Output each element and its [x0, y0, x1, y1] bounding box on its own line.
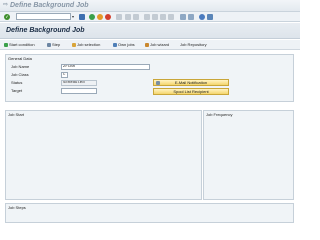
general-data-title: General Data [8, 56, 32, 61]
own-jobs-label: Own jobs [118, 42, 135, 47]
email-icon [156, 81, 160, 85]
spool-list-recipient-button[interactable]: Spool List Recipient [153, 88, 229, 95]
own-jobs-icon [113, 43, 117, 47]
find-icon[interactable] [125, 14, 131, 20]
job-start-title: Job Start [8, 112, 25, 117]
job-name-label: Job Name [11, 64, 30, 69]
help-icon[interactable] [199, 14, 205, 20]
spool-list-recipient-label: Spool List Recipient [173, 89, 209, 94]
status-label: Status [11, 80, 23, 85]
job-selection-icon [72, 43, 76, 47]
save-icon[interactable] [79, 14, 85, 20]
standard-toolbar: ✓ ▾ [0, 12, 300, 22]
flag-icon [4, 43, 8, 47]
application-toolbar: Start condition Step Job selection Own j… [0, 40, 300, 50]
job-repository-button[interactable]: Job Repository [180, 42, 207, 48]
job-frequency-title: Job Frequency [206, 112, 233, 117]
job-name-input[interactable]: ZFCBR [61, 64, 150, 70]
command-dropdown-icon[interactable]: ▾ [72, 14, 74, 19]
cancel-icon[interactable] [105, 14, 111, 20]
start-condition-button[interactable]: Start condition [4, 42, 35, 48]
general-data-group: General Data Job Name ZFCBR Job Class C … [5, 54, 294, 102]
job-class-label: Job Class [11, 72, 29, 77]
find-next-icon[interactable] [133, 14, 139, 20]
step-icon [47, 43, 51, 47]
wizard-icon [145, 43, 149, 47]
job-steps-title: Job Steps [8, 205, 26, 210]
new-session-icon[interactable] [180, 14, 186, 20]
back-icon[interactable] [89, 14, 95, 20]
job-steps-group: Job Steps [5, 203, 294, 223]
job-wizard-label: Job wizard [150, 42, 170, 47]
job-selection-label: Job selection [77, 42, 101, 47]
step-button[interactable]: Step [47, 42, 60, 48]
status-field: Scheduled [61, 80, 97, 86]
window-title: Define Background Job [10, 2, 89, 9]
job-repository-label: Job Repository [180, 42, 207, 47]
own-jobs-button[interactable]: Own jobs [113, 42, 135, 48]
email-notification-button[interactable]: E-Mail Notification [153, 79, 229, 86]
job-selection-button[interactable]: Job selection [72, 42, 100, 48]
enter-icon[interactable]: ✓ [4, 14, 10, 20]
job-frequency-group: Job Frequency [203, 110, 294, 200]
print-icon[interactable] [116, 14, 122, 20]
customize-layout-icon[interactable] [207, 14, 213, 20]
job-start-group: Job Start [5, 110, 202, 200]
previous-page-icon[interactable] [152, 14, 158, 20]
first-page-icon[interactable] [144, 14, 150, 20]
target-label: Target [11, 88, 23, 93]
menu-arrow-icon[interactable]: ⇨ [3, 2, 8, 9]
command-field[interactable] [16, 13, 71, 20]
start-condition-label: Start condition [9, 42, 35, 47]
page-header: Define Background Job [0, 23, 300, 39]
window-title-bar: ⇨ Define Background Job [0, 0, 300, 12]
page-title: Define Background Job [6, 27, 85, 34]
exit-icon[interactable] [97, 14, 103, 20]
last-page-icon[interactable] [168, 14, 174, 20]
job-class-input[interactable]: C [61, 72, 68, 78]
step-label: Step [52, 42, 61, 47]
next-page-icon[interactable] [160, 14, 166, 20]
target-input[interactable] [61, 88, 97, 94]
email-notification-label: E-Mail Notification [174, 80, 208, 85]
job-wizard-button[interactable]: Job wizard [145, 42, 169, 48]
shortcut-icon[interactable] [188, 14, 194, 20]
